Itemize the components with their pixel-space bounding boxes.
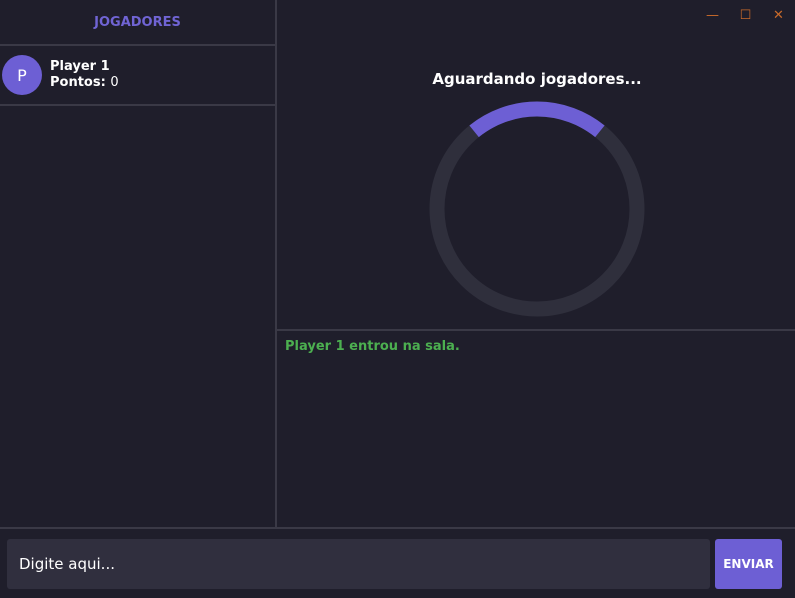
chat-log: Player 1 entrou na sala. (277, 331, 795, 527)
game-window: JOGADORES P Player 1 Pontos: 0 — ☐ ✕ Agu… (0, 0, 795, 598)
close-icon[interactable]: ✕ (762, 6, 795, 24)
chat-input[interactable] (7, 539, 710, 589)
loading-spinner-icon (429, 101, 645, 317)
player-list-item: P Player 1 Pontos: 0 (0, 46, 275, 106)
player-score: Pontos: 0 (50, 75, 119, 91)
players-sidebar: JOGADORES P Player 1 Pontos: 0 (0, 0, 277, 527)
minimize-icon[interactable]: — (696, 6, 729, 24)
chat-input-bar: ENVIAR (0, 527, 795, 598)
player-score-label: Pontos: (50, 75, 106, 90)
avatar: P (2, 55, 42, 95)
sidebar-title: JOGADORES (0, 0, 275, 46)
player-score-value: 0 (110, 75, 119, 90)
maximize-icon[interactable]: ☐ (729, 6, 762, 24)
window-controls: — ☐ ✕ (696, 6, 795, 24)
game-area: — ☐ ✕ Aguardando jogadores... (277, 0, 795, 331)
player-name: Player 1 (50, 59, 110, 74)
send-button[interactable]: ENVIAR (715, 539, 782, 589)
player-info: Player 1 Pontos: 0 (50, 59, 119, 91)
waiting-status: Aguardando jogadores... (432, 70, 642, 88)
chat-message: Player 1 entrou na sala. (285, 339, 460, 354)
